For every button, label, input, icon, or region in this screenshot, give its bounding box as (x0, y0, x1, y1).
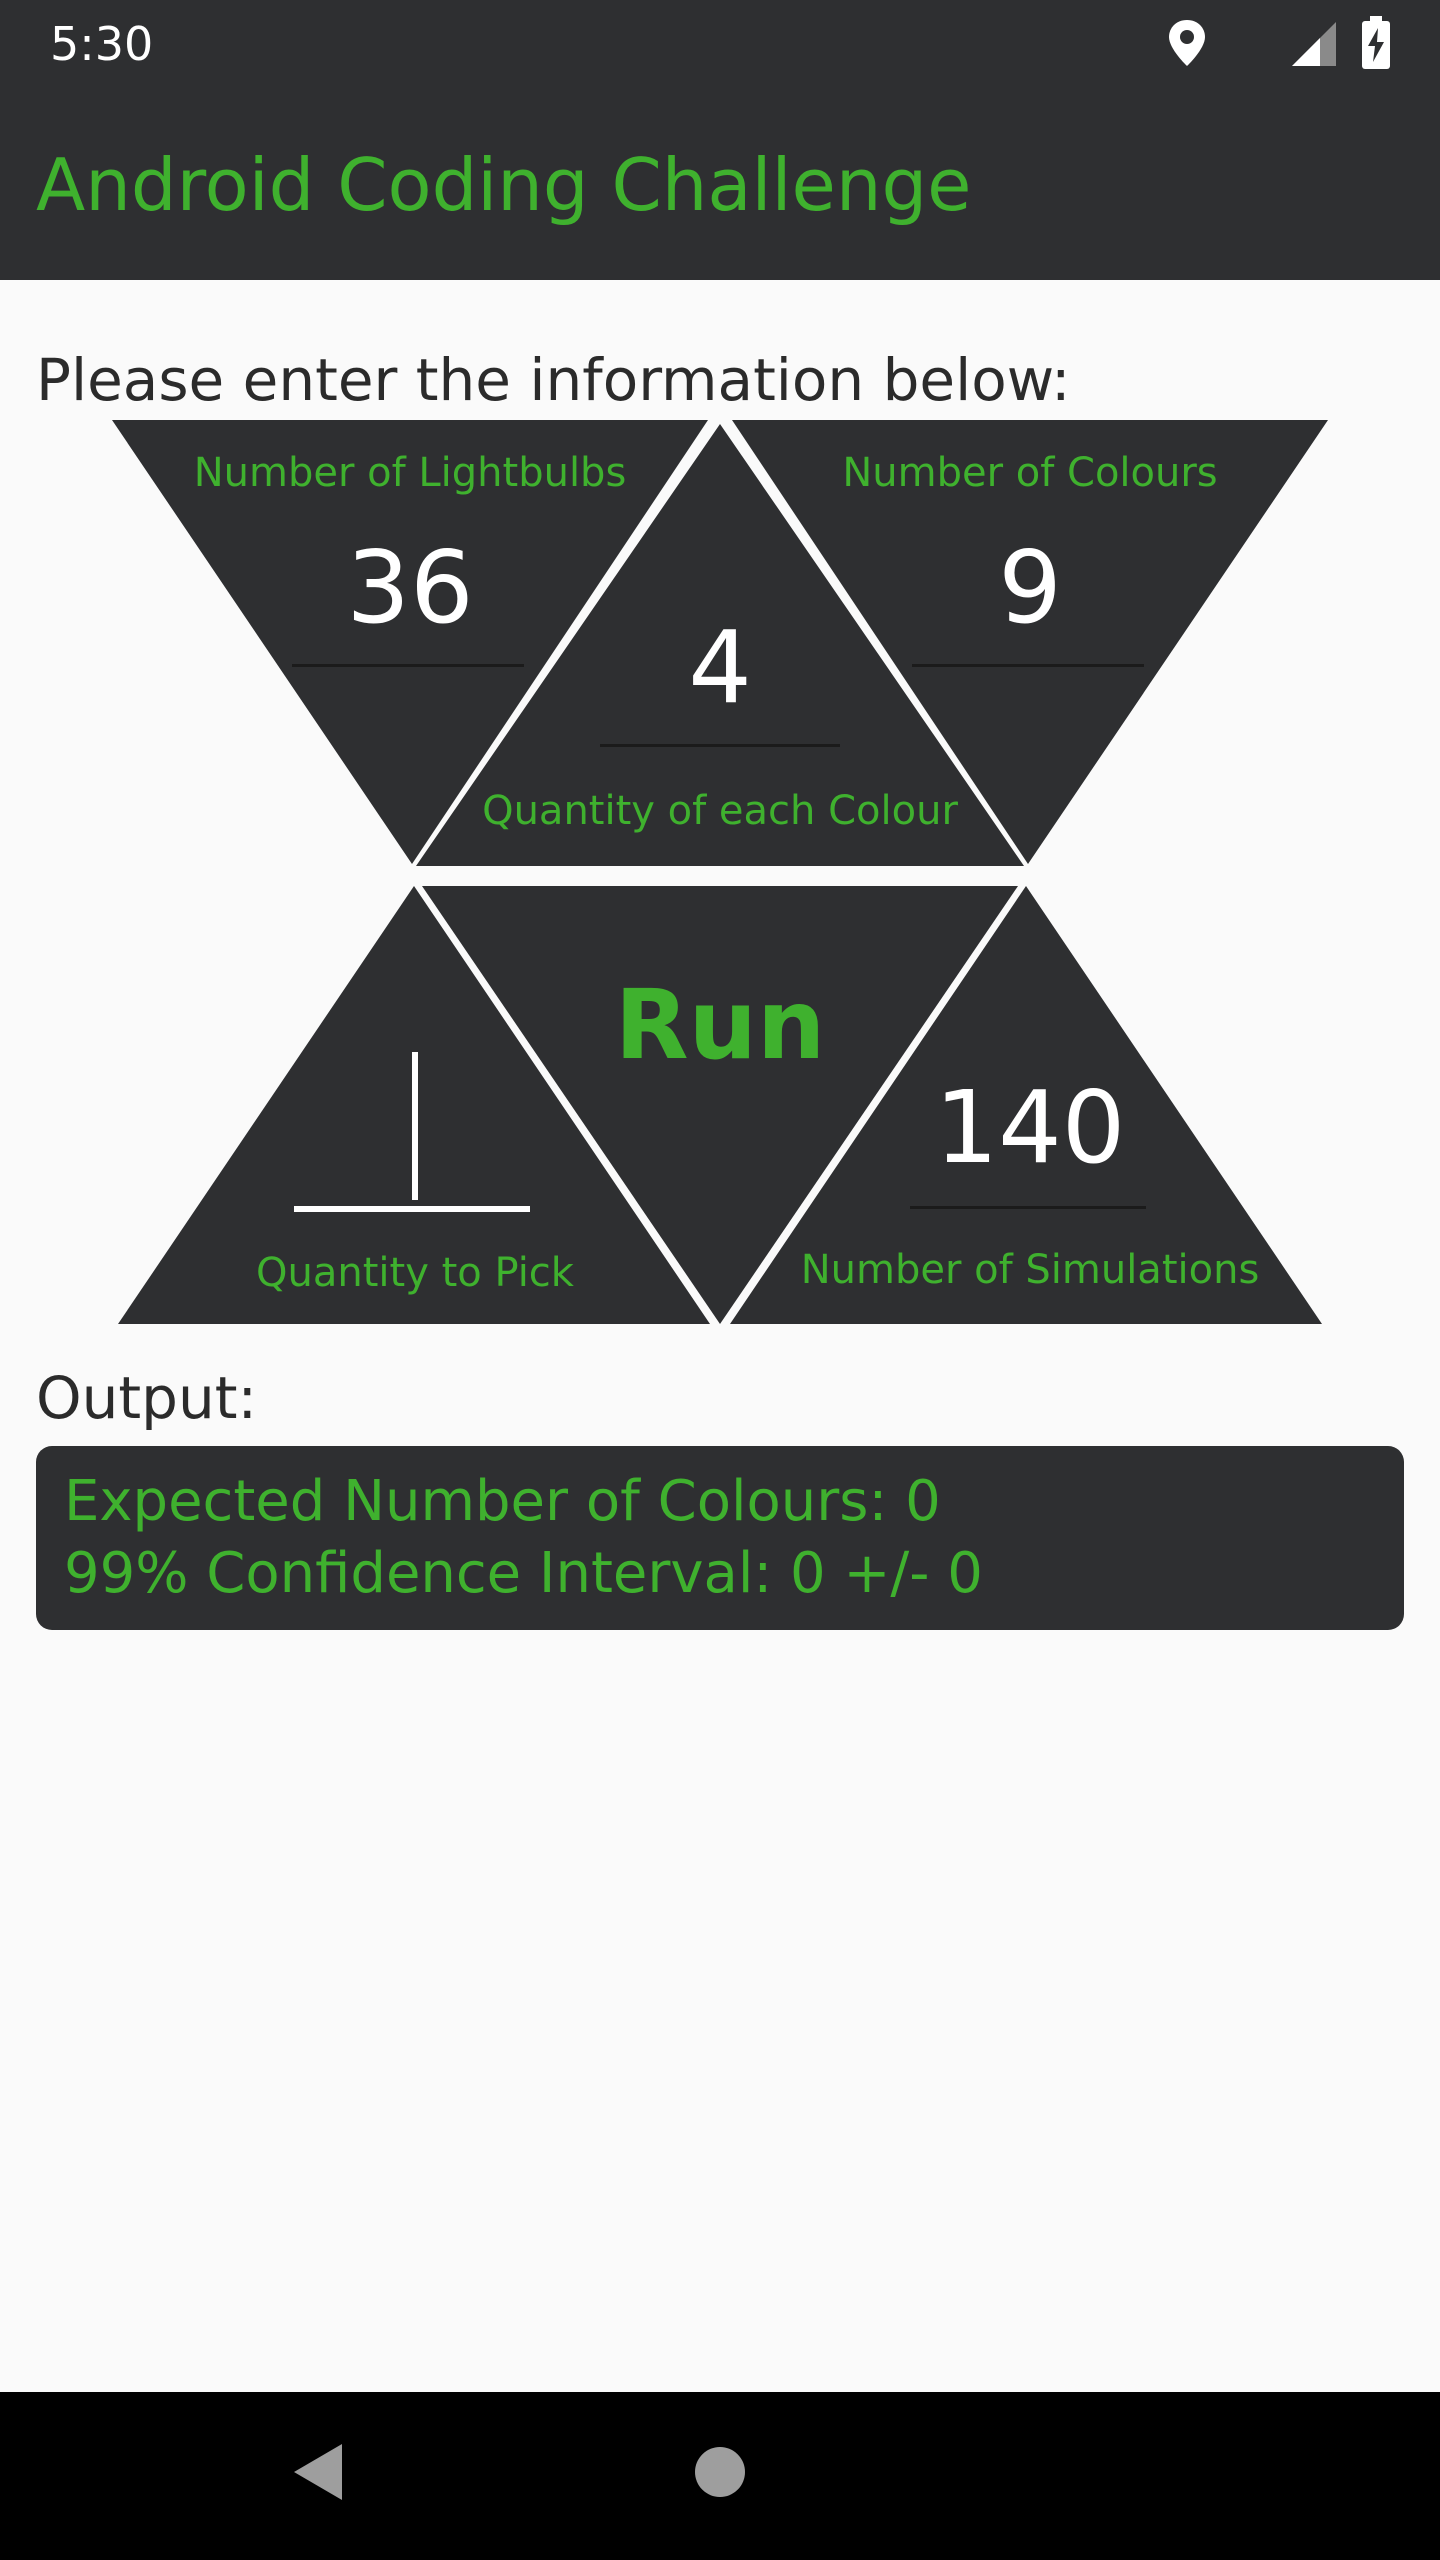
nav-bar (0, 2392, 1440, 2560)
quantity-pick-input-underline (294, 1206, 530, 1212)
output-box: Expected Number of Colours: 0 99% Confid… (36, 1446, 1404, 1630)
app-screen: 5:30 Android Coding Challenge Please ent… (0, 0, 1440, 2560)
confidence-interval-text: 99% Confidence Interval: 0 +/- 0 (64, 1541, 983, 1606)
text-cursor (412, 1052, 418, 1200)
simulations-label: Number of Simulations (800, 1247, 1260, 1293)
lightbulbs-input-underline (292, 664, 524, 667)
colours-input-underline (912, 664, 1144, 667)
simulations-input[interactable]: 140 (880, 1068, 1180, 1188)
quantity-each-label: Quantity of each Colour (482, 788, 958, 834)
quantity-each-input[interactable]: 4 (600, 608, 840, 728)
expected-colours-text: Expected Number of Colours: 0 (64, 1469, 941, 1534)
simulations-input-underline (910, 1206, 1146, 1209)
home-icon[interactable] (694, 2446, 746, 2498)
back-icon[interactable] (290, 2440, 346, 2504)
colours-label: Number of Colours (842, 450, 1218, 496)
colours-input[interactable]: 9 (910, 528, 1150, 648)
quantity-pick-label: Quantity to Pick (256, 1250, 574, 1296)
run-button[interactable]: Run (600, 960, 840, 1090)
quantity-each-input-underline (600, 744, 840, 747)
output-label: Output: (36, 1364, 258, 1432)
lightbulbs-input[interactable]: 36 (290, 528, 530, 648)
lightbulbs-label: Number of Lightbulbs (193, 450, 627, 496)
